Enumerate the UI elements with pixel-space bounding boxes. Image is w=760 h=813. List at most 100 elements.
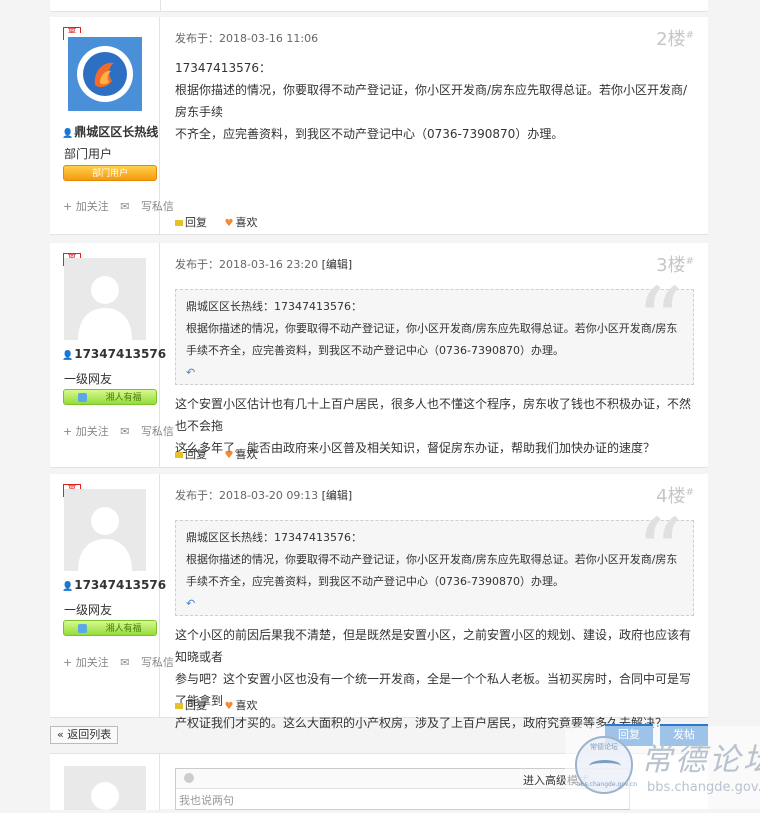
hash-icon: # [685, 487, 694, 498]
hash-icon: # [685, 30, 694, 41]
medal-badge: 湘人有福 [63, 620, 157, 636]
like-link[interactable]: 喜欢 [235, 448, 257, 461]
avatar [64, 766, 146, 810]
mail-icon: ✉ [120, 656, 130, 669]
gem-icon [78, 624, 88, 633]
heart-icon: ♥ [224, 450, 234, 461]
reply-link[interactable]: 回复 [185, 216, 207, 229]
reply-icon [175, 220, 183, 226]
follow-button[interactable]: + 加关注 [63, 425, 109, 438]
body-line: 这个小区的前因后果我不清楚，但是既然是安置小区，之前安置小区的规划、建设，政府也… [175, 628, 692, 664]
follow-button[interactable]: + 加关注 [63, 200, 109, 213]
author-name[interactable]: 👤17347413576 [62, 578, 166, 592]
avatar[interactable] [64, 258, 146, 340]
like-link[interactable]: 喜欢 [235, 699, 257, 712]
default-avatar-icon [64, 766, 146, 810]
wave-icon [589, 760, 621, 772]
user-icon: 👤 [62, 351, 74, 361]
divider [160, 0, 161, 12]
quote-line: 手续不齐全，应完善资料，到我区不动产登记中心（0736-7390870）办理。 [186, 575, 564, 588]
jump-back-icon[interactable]: ↶ [186, 593, 683, 615]
author-actions: + 加关注 ✉ 写私信 [63, 654, 190, 670]
author-sidebar: 离线 👤17347413576 一级网友 湘人有福 + 加关注 ✉ 写私信 [50, 243, 174, 467]
post-body: 17347413576： 根据你描述的情况，你要取得不动产登记证，你小区开发商/… [175, 57, 694, 145]
seal-top-text: 常德论坛 [590, 743, 618, 751]
post-meta: 发布于：2018-03-16 11:06 [175, 32, 319, 45]
jump-back-icon[interactable]: ↶ [186, 362, 683, 384]
reply-icon [175, 703, 183, 709]
user-icon: 👤 [62, 582, 74, 592]
reply-sidebar [50, 754, 160, 810]
heart-icon: ♥ [224, 218, 234, 229]
post-meta: 发布于：2018-03-16 23:20 [编辑] [175, 258, 353, 271]
author-actions: + 加关注 ✉ 写私信 [63, 198, 190, 214]
body-line: 根据你描述的情况，你要取得不动产登记证，你小区开发商/房东应先取得总证。若你小区… [175, 83, 688, 119]
quote-line: 手续不齐全，应完善资料，到我区不动产登记中心（0736-7390870）办理。 [186, 344, 564, 357]
post-main: 发布于：2018-03-16 23:20 [编辑] 3楼# “ 鼎城区区长热线：… [175, 243, 694, 468]
post-floor-2: 离线 👤鼎城区区长热线 部门用户 部门用户 + 加关注 ✉ 写私信 发布于：20… [50, 17, 708, 235]
author-group: 部门用户 [64, 147, 113, 161]
post-main: 发布于：2018-03-16 11:06 2楼# 17347413576： 根据… [175, 17, 694, 235]
post-floor-4: 离线 👤17347413576 一级网友 湘人有福 + 加关注 ✉ 写私信 发布… [50, 474, 708, 730]
body-line: 这个安置小区估计也有几十上百户居民，很多人也不懂这个程序，房东收了钱也不积极办证… [175, 397, 692, 433]
quote-mark-icon: “ [635, 268, 683, 375]
author-group: 一级网友 [64, 603, 113, 617]
avatar[interactable] [64, 489, 146, 571]
reply-icon [175, 452, 183, 458]
watermark-url: bbs.changde.gov.cn [647, 780, 760, 795]
medal-badge: 湘人有福 [63, 389, 157, 405]
reply-link[interactable]: 回复 [185, 699, 207, 712]
district-logo-icon [68, 37, 142, 111]
quote-mark-icon: “ [635, 499, 683, 606]
back-to-list-button[interactable]: « 返回列表 [50, 726, 119, 744]
post-floor-3: 离线 👤17347413576 一级网友 湘人有福 + 加关注 ✉ 写私信 发布… [50, 243, 708, 468]
heart-icon: ♥ [224, 701, 234, 712]
post-actions: 回复 ♥ 喜欢 [175, 697, 257, 713]
message-button[interactable]: ✉ 写私信 [120, 200, 182, 213]
smiley-icon[interactable] [184, 773, 194, 783]
mail-icon: ✉ [120, 425, 130, 438]
body-line: 不齐全，应完善资料，到我区不动产登记中心（0736-7390870）办理。 [175, 127, 564, 141]
quote-line: 根据你描述的情况，你要取得不动产登记证，你小区开发商/房东应先取得总证。若你小区… [186, 322, 678, 335]
follow-button[interactable]: + 加关注 [63, 656, 109, 669]
message-button[interactable]: ✉ 写私信 [120, 425, 182, 438]
author-group: 一级网友 [64, 372, 113, 386]
author-sidebar: 离线 👤鼎城区区长热线 部门用户 部门用户 + 加关注 ✉ 写私信 [50, 17, 174, 234]
reply-link[interactable]: 回复 [185, 448, 207, 461]
post-actions: 回复 ♥ 喜欢 [175, 214, 257, 230]
message-button[interactable]: ✉ 写私信 [120, 656, 182, 669]
author-actions: + 加关注 ✉ 写私信 [63, 423, 190, 439]
edit-link[interactable]: [编辑] [322, 489, 353, 502]
author-name[interactable]: 👤17347413576 [62, 347, 166, 361]
gem-icon [78, 393, 88, 402]
site-watermark: 常德论坛 bbs.changde.gov.cn 常德论坛 bbs.changde… [565, 726, 760, 809]
reply-input[interactable]: 我也说两句 [176, 789, 629, 811]
body-line: 17347413576： [175, 61, 271, 75]
like-link[interactable]: 喜欢 [235, 216, 257, 229]
mail-icon: ✉ [120, 200, 130, 213]
default-avatar-icon [64, 258, 146, 340]
post-actions: 回复 ♥ 喜欢 [175, 446, 257, 462]
editor-toolbar: 进入高级模式 [176, 769, 629, 789]
default-avatar-icon [64, 489, 146, 571]
hash-icon: # [685, 256, 694, 267]
post-body: 这个小区的前因后果我不清楚，但是既然是安置小区，之前安置小区的规划、建设，政府也… [175, 624, 694, 734]
floor-number[interactable]: 2楼# [656, 25, 694, 51]
quote-line: 鼎城区区长热线：17347413576： [186, 531, 362, 544]
user-icon: 👤 [62, 129, 74, 139]
quote-block: “ 鼎城区区长热线：17347413576： 根据你描述的情况，你要取得不动产登… [175, 276, 694, 385]
quote-block: “ 鼎城区区长热线：17347413576： 根据你描述的情况，你要取得不动产登… [175, 507, 694, 616]
seal-bottom-text: bbs.changde.gov.cn [577, 781, 638, 788]
quote-line: 鼎城区区长热线：17347413576： [186, 300, 362, 313]
author-name[interactable]: 👤鼎城区区长热线 [62, 123, 158, 140]
watermark-seal-icon: 常德论坛 bbs.changde.gov.cn [575, 736, 638, 794]
reply-editor[interactable]: 进入高级模式 我也说两句 [175, 768, 630, 810]
avatar[interactable] [64, 33, 146, 115]
edit-link[interactable]: [编辑] [322, 258, 353, 271]
medal-badge: 部门用户 [63, 165, 157, 181]
quote-line: 根据你描述的情况，你要取得不动产登记证，你小区开发商/房东应先取得总证。若你小区… [186, 553, 678, 566]
previous-post-strip [50, 0, 708, 12]
author-sidebar: 离线 👤17347413576 一级网友 湘人有福 + 加关注 ✉ 写私信 [50, 474, 174, 717]
post-main: 发布于：2018-03-20 09:13 [编辑] 4楼# “ 鼎城区区长热线：… [175, 474, 694, 730]
post-meta: 发布于：2018-03-20 09:13 [编辑] [175, 489, 353, 502]
